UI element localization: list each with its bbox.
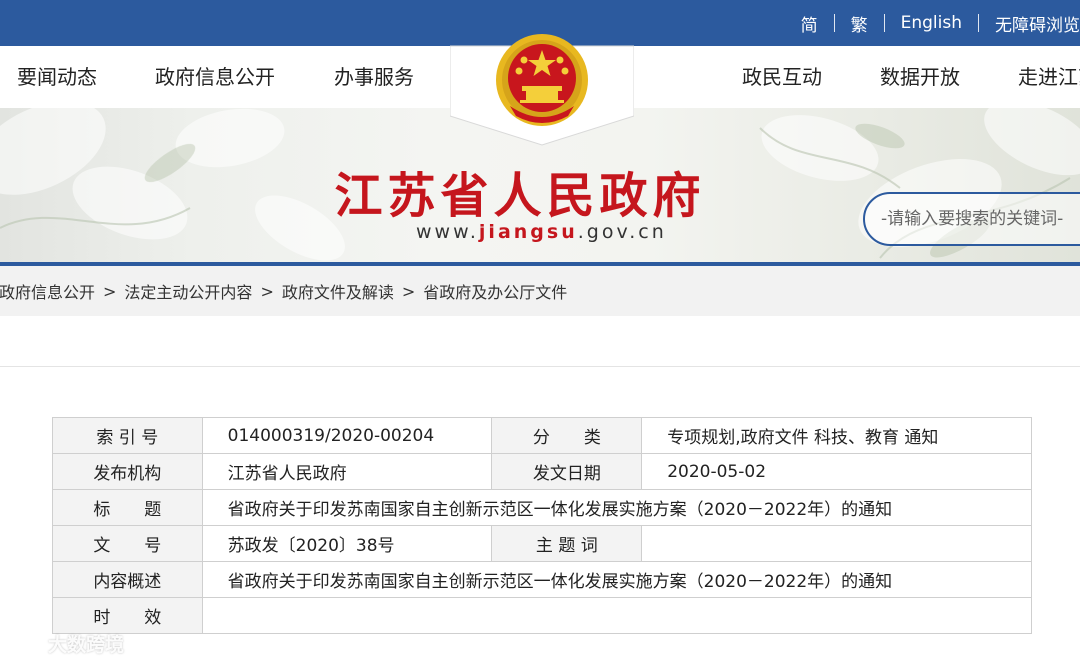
breadcrumb-bar: 政府信息公开 > 法定主动公开内容 > 政府文件及解读 > 省政府及办公厅文件 (0, 266, 1080, 316)
search-input[interactable] (881, 194, 1080, 244)
breadcrumb-item-documents[interactable]: 政府文件及解读 (282, 279, 394, 303)
nav-item-gov-info[interactable]: 政府信息公开 (155, 46, 275, 108)
table-row: 文 号 苏政发〔2020〕38号 主 题 词 (52, 525, 1032, 562)
validity-value (201, 597, 1033, 634)
category-value: 专项规划,政府文件 科技、教育 通知 (641, 417, 1032, 454)
top-links: 简 繁 English 无障碍浏览 (801, 0, 1080, 46)
doc-number-label: 文 号 (52, 525, 203, 562)
doc-number-value: 苏政发〔2020〕38号 (201, 525, 493, 562)
breadcrumb-item-province-docs[interactable]: 省政府及办公厅文件 (423, 279, 567, 303)
watermark-text: 大数跨境 (48, 634, 125, 656)
nav-item-open-data[interactable]: 数据开放 (880, 46, 960, 108)
title-label: 标 题 (52, 489, 203, 526)
site-url: www.jiangsu.gov.cn (416, 221, 667, 243)
divider (883, 14, 885, 32)
date-label: 发文日期 (491, 453, 643, 490)
search-box (863, 192, 1080, 246)
accessibility-link[interactable]: 无障碍浏览 (995, 11, 1080, 36)
breadcrumb-separator: > (401, 281, 416, 301)
table-row: 时 效 (52, 597, 1033, 634)
nav-item-interaction[interactable]: 政民互动 (742, 46, 822, 108)
title-value: 省政府关于印发苏南国家自主创新示范区一体化发展实施方案（2020－2022年）的… (201, 489, 1033, 526)
url-domain: jiangsu (478, 221, 578, 243)
table-row: 标 题 省政府关于印发苏南国家自主创新示范区一体化发展实施方案（2020－202… (52, 489, 1033, 526)
watermark-logo-icon (10, 634, 46, 653)
table-row: 索 引 号 014000319/2020-00204 分 类 专项规划,政府文件… (52, 417, 1032, 454)
index-label: 索 引 号 (52, 417, 203, 454)
table-row: 发布机构 江苏省人民政府 发文日期 2020-05-02 (52, 453, 1032, 490)
english-link[interactable]: English (901, 13, 962, 33)
traditional-chinese-link[interactable]: 繁 (851, 11, 868, 36)
simplified-chinese-link[interactable]: 简 (801, 11, 818, 36)
breadcrumb-item-statutory[interactable]: 法定主动公开内容 (124, 279, 252, 303)
subject-value (641, 525, 1032, 562)
watermark: 大数跨境 (10, 630, 124, 657)
breadcrumb-separator: > (103, 281, 117, 301)
url-prefix: www. (416, 221, 479, 243)
date-value: 2020-05-02 (641, 453, 1032, 490)
table-row: 内容概述 省政府关于印发苏南国家自主创新示范区一体化发展实施方案（2020－20… (52, 561, 1033, 598)
url-suffix: .gov.cn (577, 221, 667, 243)
nav-item-about-jiangsu[interactable]: 走进江苏 (1018, 46, 1080, 108)
nav-item-news[interactable]: 要闻动态 (17, 46, 97, 108)
category-label: 分 类 (491, 417, 643, 454)
document-info-table: 索 引 号 014000319/2020-00204 分 类 专项规划,政府文件… (52, 417, 1033, 634)
nav-item-services[interactable]: 办事服务 (334, 46, 414, 108)
breadcrumb-item-gov-info[interactable]: 政府信息公开 (0, 279, 95, 303)
publisher-value: 江苏省人民政府 (201, 453, 493, 490)
section-divider (0, 366, 1080, 367)
divider (978, 14, 979, 32)
breadcrumb-separator: > (260, 281, 274, 301)
national-emblem[interactable] (449, 30, 635, 146)
emblem-icon (449, 34, 635, 146)
subject-label: 主 题 词 (491, 525, 643, 562)
page: 简 繁 English 无障碍浏览 要闻动态 政府信息公开 办事服务 政民互动 … (0, 0, 1080, 666)
summary-label: 内容概述 (52, 561, 203, 598)
index-value: 014000319/2020-00204 (201, 417, 493, 454)
divider (833, 14, 835, 32)
validity-label: 时 效 (52, 597, 203, 634)
publisher-label: 发布机构 (52, 453, 203, 490)
breadcrumb: 政府信息公开 > 法定主动公开内容 > 政府文件及解读 > 省政府及办公厅文件 (0, 266, 567, 316)
summary-value: 省政府关于印发苏南国家自主创新示范区一体化发展实施方案（2020－2022年）的… (201, 561, 1033, 598)
